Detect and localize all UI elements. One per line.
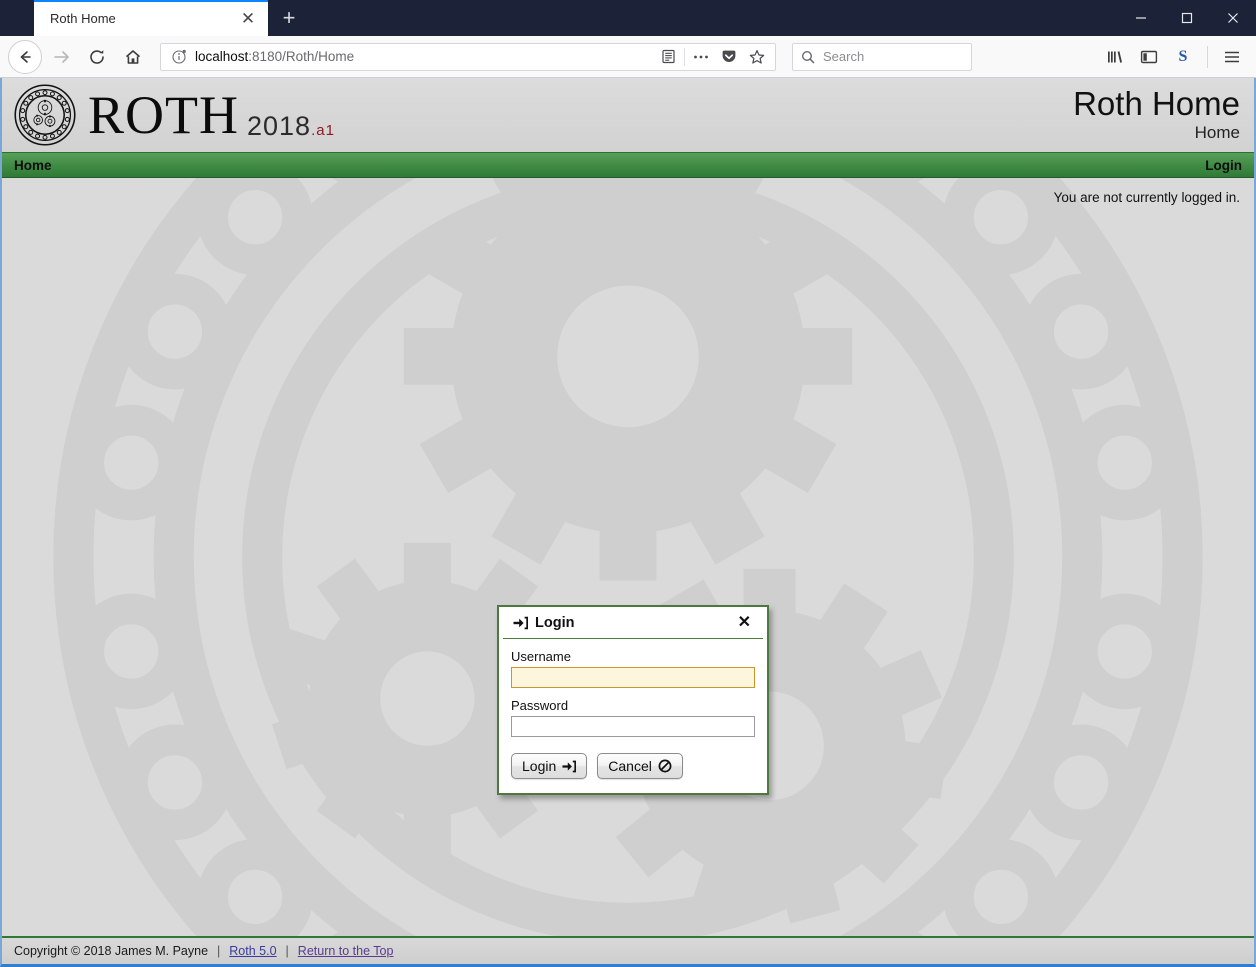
pocket-icon[interactable] [715,44,743,70]
brand-suffix: .a1 [311,122,335,139]
sign-in-icon-small [562,760,577,773]
nav-item-login[interactable]: Login [1205,158,1242,173]
url-path: :8180/Roth/Home [248,49,355,64]
search-placeholder: Search [823,49,865,64]
maximize-icon[interactable] [1164,0,1210,36]
background-watermark [38,178,1218,936]
site-footer: Copyright © 2018 James M. Payne | Roth 5… [2,936,1254,964]
browser-window: Roth Home ✕ + localhost:8180/Roth/Home S… [0,0,1256,967]
toolbar-divider-2 [1207,45,1208,68]
back-icon[interactable] [8,39,42,74]
password-input[interactable] [511,716,755,737]
close-icon[interactable]: ✕ [236,6,260,30]
password-label: Password [511,698,569,713]
login-dialog-actions: Login Cancel [511,753,755,779]
site-nav-bar: Home Login [2,152,1254,178]
ban-icon [658,759,672,773]
footer-separator-2: | [285,944,289,958]
brand-wordmark: ROTH 2018.a1 [88,88,335,142]
hamburger-menu-icon[interactable] [1216,41,1248,73]
url-host: localhost [195,49,249,64]
login-button-label: Login [522,758,557,774]
search-icon [801,50,815,64]
reload-icon[interactable] [80,40,114,74]
username-label: Username [511,649,571,664]
url-actions [654,44,771,70]
sidebar-icon[interactable] [1133,41,1165,73]
forward-icon[interactable] [44,40,78,74]
roth-logo-icon [14,84,76,146]
reader-view-icon[interactable] [654,44,682,70]
page-subtitle: Home [1194,122,1240,142]
toolbar-divider [684,47,685,66]
username-input[interactable] [511,667,755,688]
site-info-icon[interactable] [169,49,189,64]
new-tab-button[interactable]: + [268,0,310,36]
brand-version: 2018.a1 [247,113,335,142]
library-icon[interactable] [1099,41,1131,73]
footer-link-roth[interactable]: Roth 5.0 [229,944,276,958]
browser-tab-roth-home[interactable]: Roth Home ✕ [34,0,268,36]
page-actions-icon[interactable] [687,44,715,70]
site-nav-right: Login [1205,158,1242,173]
footer-copyright: Copyright © 2018 James M. Payne [14,944,209,958]
extension-s-icon[interactable]: S [1167,41,1199,73]
close-window-icon[interactable] [1210,0,1256,36]
field-spacer [511,688,755,698]
login-dialog-title: Login [535,615,575,631]
site-header: ROTH 2018.a1 Roth Home Home [2,78,1254,152]
sign-in-icon [513,616,528,630]
close-dialog-icon[interactable]: ✕ [736,615,753,631]
header-right: Roth Home Home [1073,87,1240,143]
minimize-icon[interactable] [1118,0,1164,36]
bookmark-star-icon[interactable] [743,44,771,70]
page-content: ROTH 2018.a1 Roth Home Home Home Login Y… [0,78,1256,967]
tab-strip: Roth Home ✕ + [0,0,1256,36]
tab-title: Roth Home [50,10,116,26]
login-dialog-header: Login ✕ [503,607,763,639]
brand[interactable]: ROTH 2018.a1 [14,84,335,146]
footer-separator-1: | [217,944,221,958]
home-icon[interactable] [116,40,150,74]
brand-word-text: ROTH [88,85,239,145]
search-bar[interactable]: Search [792,42,972,71]
page-title: Roth Home [1073,85,1240,123]
brand-year: 2018 [247,111,312,141]
footer-link-return-to-top[interactable]: Return to the Top [298,944,394,958]
browser-toolbar: localhost:8180/Roth/Home Search S [0,36,1256,78]
login-button[interactable]: Login [511,753,588,779]
nav-item-home[interactable]: Home [14,158,52,173]
login-dialog: Login ✕ Username Password Login Cancel [497,605,769,795]
cancel-button-label: Cancel [608,758,652,774]
cancel-button[interactable]: Cancel [597,753,683,779]
url-bar[interactable]: localhost:8180/Roth/Home [160,42,776,71]
url-text[interactable]: localhost:8180/Roth/Home [189,49,654,64]
site-nav-left: Home [14,158,52,173]
toolbar-right-actions: S [1099,41,1248,73]
window-controls [1118,0,1256,36]
main-content: You are not currently logged in. Login ✕ [2,178,1254,936]
login-status-text: You are not currently logged in. [1053,190,1240,205]
login-dialog-body: Username Password Login Cancel [499,639,767,793]
